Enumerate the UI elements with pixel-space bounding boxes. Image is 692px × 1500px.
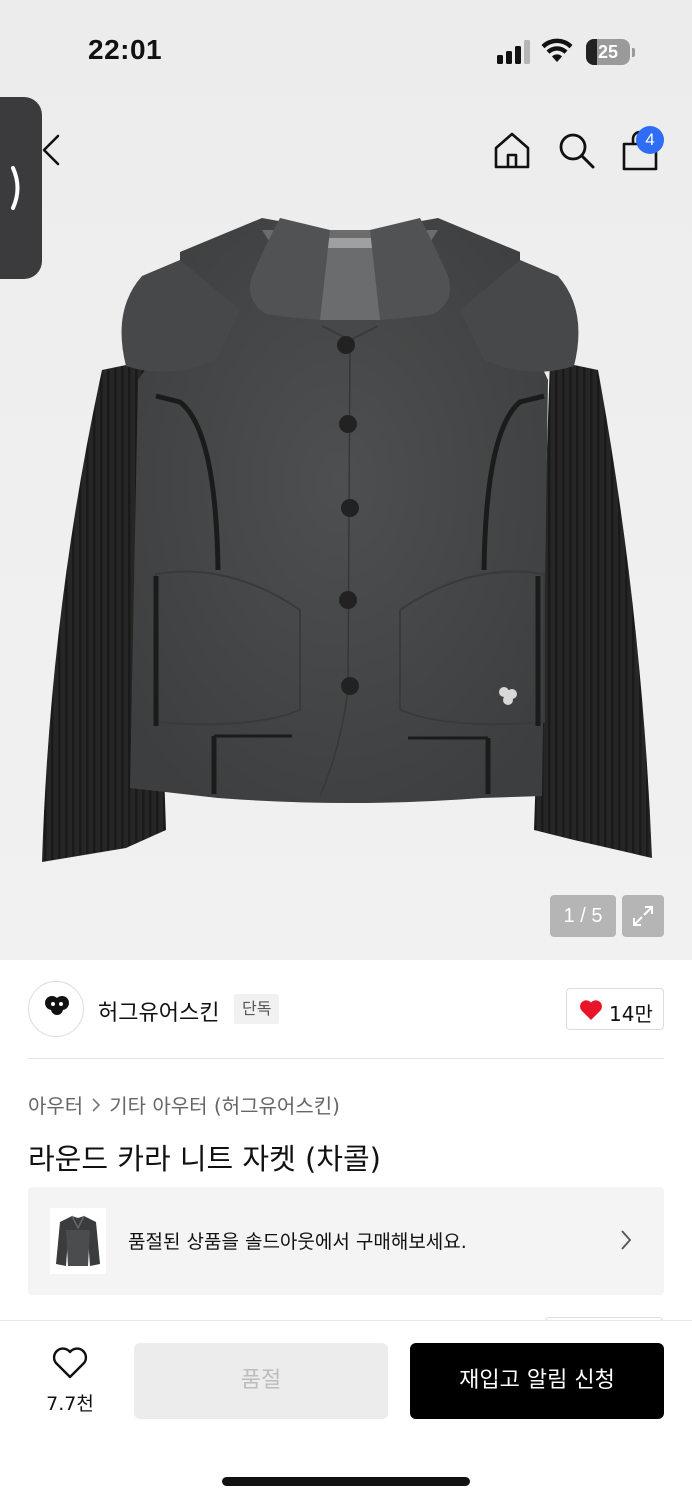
expand-image-button[interactable]	[622, 895, 664, 937]
product-title: 라운드 카라 니트 자켓 (차콜)	[28, 1142, 381, 1176]
image-pager: 1 / 5	[550, 895, 616, 937]
status-time: 22:01	[88, 34, 163, 65]
cart-count-badge: 4	[636, 126, 664, 154]
divider	[28, 1058, 664, 1059]
chevron-right-icon	[11, 166, 20, 210]
wishlist-count: 7.7천	[46, 1393, 94, 1415]
wishlist-button[interactable]: 7.7천	[38, 1347, 102, 1417]
soldout-thumbnail	[50, 1208, 106, 1274]
product-photo	[42, 218, 652, 862]
status-bar: 22:01 25	[0, 0, 692, 100]
battery-percent: 25	[597, 42, 619, 62]
restock-alert-button[interactable]: 재입고 알림 신청	[410, 1343, 664, 1419]
soldout-banner[interactable]: 품절된 상품을 솔드아웃에서 구매해보세요.	[28, 1187, 664, 1295]
exclusive-badge: 단독	[234, 994, 280, 1024]
soldout-button[interactable]: 품절	[134, 1343, 388, 1419]
search-icon[interactable]	[556, 130, 596, 170]
breadcrumb: 아우터 기타 아우터 (허그유어스킨)	[28, 1090, 340, 1119]
breadcrumb-chevron-icon	[91, 1094, 101, 1118]
brand-name[interactable]: 허그유어스킨	[98, 995, 219, 1027]
brand-logo-mark	[45, 996, 69, 1015]
cellular-signal-icon	[497, 40, 533, 64]
bottom-action-bar: 7.7천 품절 재입고 알림 신청	[0, 1320, 692, 1500]
wifi-icon	[541, 38, 573, 62]
breadcrumb-category[interactable]: 아우터	[28, 1094, 83, 1118]
battery-icon: 25	[586, 39, 635, 65]
expand-icon	[633, 906, 653, 926]
soldout-banner-text: 품절된 상품을 솔드아웃에서 구매해보세요.	[128, 1231, 467, 1253]
brand-like-button[interactable]: 14만	[566, 988, 664, 1030]
home-indicator	[222, 1477, 470, 1486]
heart-filled-icon	[580, 1000, 602, 1020]
home-icon[interactable]	[492, 130, 532, 170]
brand-logo[interactable]	[28, 981, 84, 1037]
back-button[interactable]	[38, 132, 64, 168]
brand-row: 허그유어스킨 단독 14만	[28, 980, 664, 1038]
brand-like-count: 14만	[609, 1002, 653, 1026]
breadcrumb-subcategory[interactable]: 기타 아우터 (허그유어스킨)	[109, 1094, 340, 1118]
product-image-gallery[interactable]: 22:01 25 4 1 / 5	[0, 0, 692, 960]
heart-outline-icon	[52, 1347, 88, 1379]
chevron-right-icon	[621, 1230, 632, 1250]
